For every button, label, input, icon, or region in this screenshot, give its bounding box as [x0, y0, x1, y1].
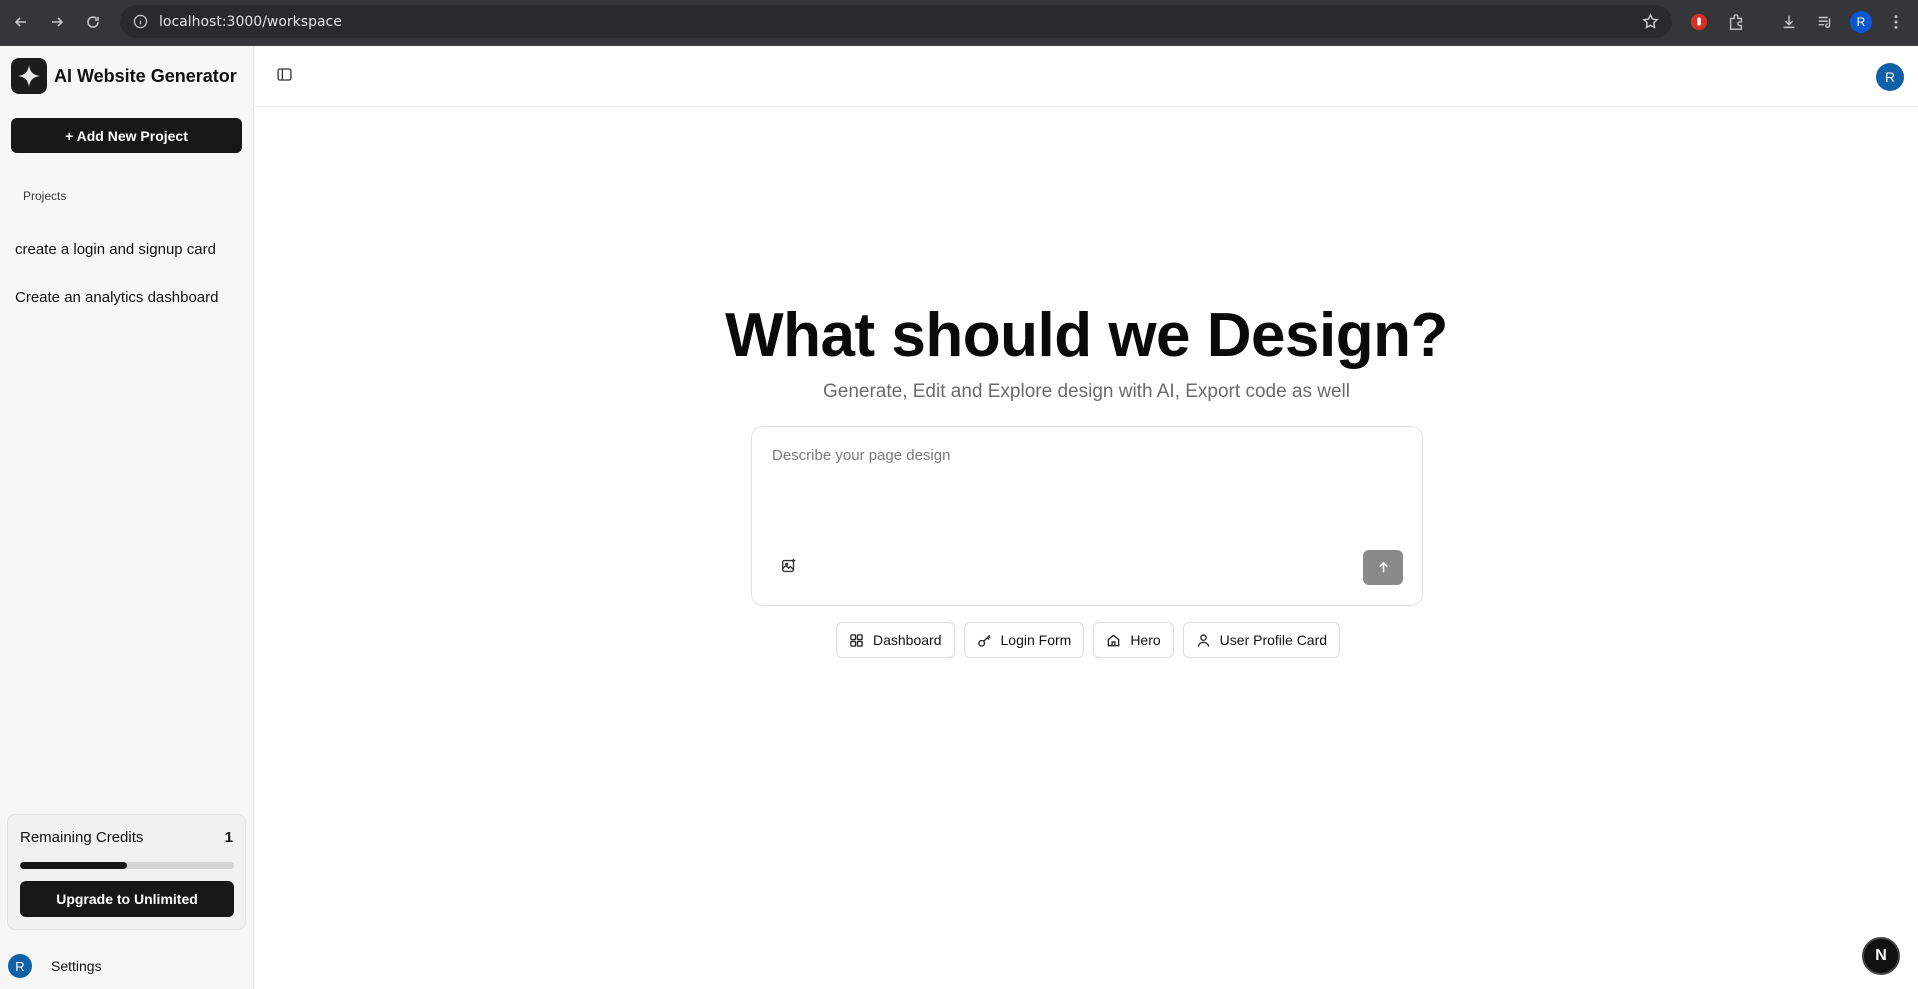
suggestion-dashboard[interactable]: Dashboard	[836, 622, 955, 658]
page-subtitle: Generate, Edit and Explore design with A…	[822, 381, 1351, 402]
add-image-icon[interactable]	[780, 557, 800, 577]
extension-hand-icon[interactable]	[1689, 12, 1709, 32]
suggestion-label: User Profile Card	[1219, 632, 1328, 648]
credits-progress-bar	[20, 862, 234, 869]
nextjs-dev-badge[interactable]: N	[1862, 937, 1900, 975]
credits-progress-fill	[20, 862, 127, 869]
brand-title: AI Website Generator	[54, 65, 237, 86]
browser-profile-avatar[interactable]: R	[1850, 11, 1872, 33]
send-button[interactable]	[1363, 550, 1403, 585]
bookmark-star-icon[interactable]	[1642, 13, 1660, 31]
grid-icon	[850, 633, 863, 647]
back-icon[interactable]	[6, 7, 36, 37]
settings-link[interactable]: R Settings	[8, 954, 102, 978]
arrow-up-icon	[1378, 561, 1388, 573]
extensions-puzzle-icon[interactable]	[1726, 12, 1746, 32]
download-icon[interactable]	[1779, 12, 1799, 32]
project-item[interactable]: create a login and signup card	[15, 241, 241, 258]
brand[interactable]: AI Website Generator	[11, 58, 237, 94]
browser-menu-icon[interactable]	[1886, 12, 1906, 32]
user-avatar[interactable]: R	[1876, 63, 1904, 91]
settings-label: Settings	[51, 958, 102, 974]
sparkle-logo-icon	[11, 58, 47, 94]
address-bar[interactable]: localhost:3000/workspace	[120, 5, 1672, 38]
credits-label: Remaining Credits	[20, 829, 144, 846]
project-item[interactable]: Create an analytics dashboard	[15, 289, 237, 306]
suggestion-label: Hero	[1130, 632, 1161, 648]
site-info-icon[interactable]	[131, 13, 149, 31]
suggestion-label: Dashboard	[873, 632, 942, 648]
home-icon	[1108, 633, 1120, 646]
upgrade-button[interactable]: Upgrade to Unlimited	[20, 881, 234, 917]
top-bar: R	[255, 46, 1918, 107]
reload-icon[interactable]	[78, 7, 108, 37]
suggestion-user-profile-card[interactable]: User Profile Card	[1182, 622, 1341, 658]
user-icon	[1197, 633, 1209, 647]
page-title: What should we Design?	[725, 301, 1448, 370]
credits-card: Remaining Credits 1 Upgrade to Unlimited	[7, 814, 246, 930]
projects-heading: Projects	[23, 189, 67, 203]
forward-icon[interactable]	[42, 7, 72, 37]
prompt-box	[751, 426, 1423, 606]
suggestion-chips: Dashboard Login Form Hero User Profile C…	[836, 622, 1341, 658]
url-text: localhost:3000/workspace	[159, 13, 342, 30]
user-avatar: R	[8, 954, 32, 978]
suggestion-login-form[interactable]: Login Form	[963, 622, 1085, 658]
browser-toolbar: localhost:3000/workspace R	[0, 0, 1918, 44]
suggestion-label: Login Form	[1000, 632, 1072, 648]
add-new-project-button[interactable]: + Add New Project	[11, 118, 242, 153]
prompt-input[interactable]	[772, 447, 1392, 527]
media-controls-icon[interactable]	[1815, 12, 1835, 32]
suggestion-hero[interactable]: Hero	[1093, 622, 1174, 658]
credits-value: 1	[224, 829, 233, 846]
sidebar: AI Website Generator + Add New Project P…	[0, 46, 254, 989]
sidebar-toggle-icon[interactable]	[276, 66, 296, 86]
key-icon	[977, 634, 991, 647]
